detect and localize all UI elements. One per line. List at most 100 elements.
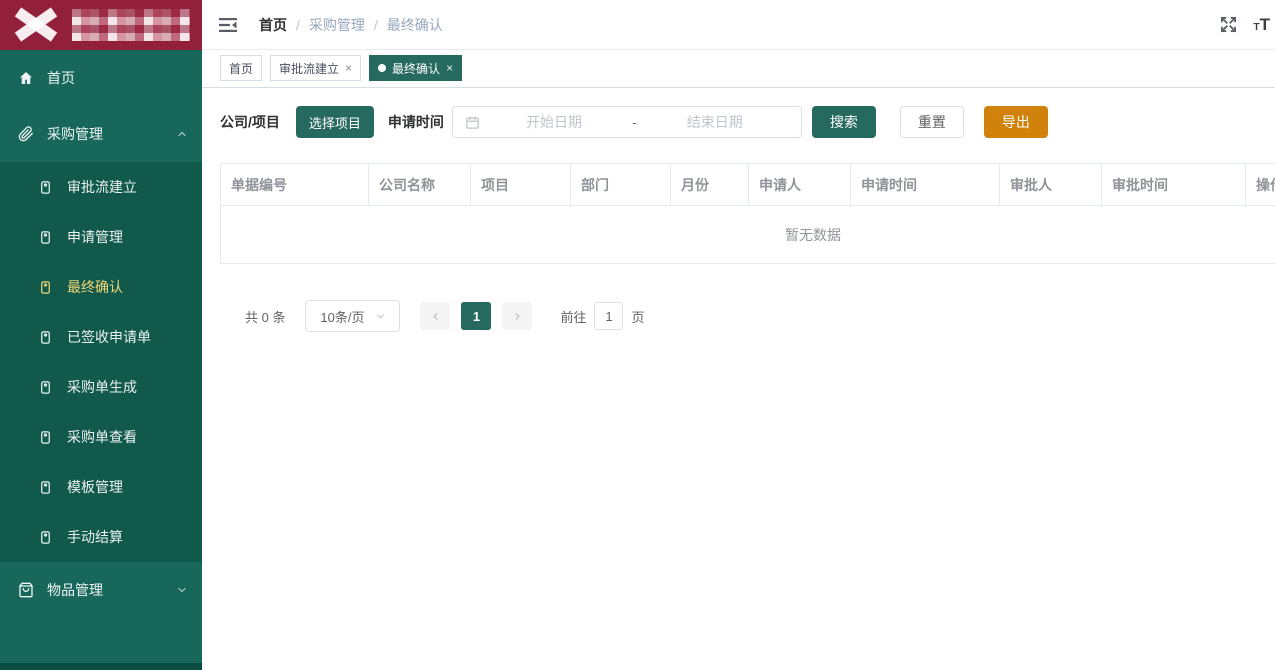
navbar-actions: TT <box>1220 15 1271 35</box>
empty-placeholder: 暂无数据 <box>221 206 1275 264</box>
sidebar-item-manual-settle[interactable]: 手动结算 <box>0 512 202 562</box>
sidebar-item-signed-forms[interactable]: 已签收申请单 <box>0 312 202 362</box>
sidebar-item-purchase[interactable]: 采购管理 <box>0 106 202 162</box>
next-page-button[interactable] <box>502 302 532 330</box>
tag-icon <box>38 479 54 495</box>
app-logo <box>0 0 202 50</box>
sidebar-item-final-confirm[interactable]: 最终确认 <box>0 262 202 312</box>
select-project-button[interactable]: 选择项目 <box>296 106 374 138</box>
company-project-label: 公司/项目 <box>220 112 280 132</box>
pagination-bar: 共 0 条 10条/页 1 前往 页 <box>220 300 1275 332</box>
total-count: 共 0 条 <box>245 307 285 326</box>
start-date-placeholder[interactable]: 开始日期 <box>480 112 628 132</box>
sidebar-item-approval-flow[interactable]: 审批流建立 <box>0 162 202 212</box>
shopping-bag-icon <box>18 582 34 598</box>
sidebar-item-po-generate[interactable]: 采购单生成 <box>0 362 202 412</box>
reset-button[interactable]: 重置 <box>900 106 964 138</box>
apply-time-label: 申请时间 <box>388 112 444 132</box>
table-header-row: 单据编号 公司名称 项目 部门 月份 申请人 申请时间 审批人 审批时间 操作 <box>221 164 1275 206</box>
tag-icon <box>38 529 54 545</box>
tag-icon <box>38 429 54 445</box>
tab-approval-flow[interactable]: 审批流建立 × <box>270 55 361 81</box>
tab-final-confirm[interactable]: 最终确认 × <box>369 55 462 81</box>
sidebar-item-label: 审批流建立 <box>67 177 137 197</box>
chevron-down-icon <box>176 584 188 596</box>
top-navbar: 首页 / 采购管理 / 最终确认 TT <box>202 0 1275 50</box>
logo-redacted-text <box>72 9 190 41</box>
col-approve-time: 审批时间 <box>1102 164 1246 206</box>
tag-icon <box>38 279 54 295</box>
sidebar-item-label: 首页 <box>47 68 75 88</box>
home-icon <box>18 70 34 86</box>
sidebar-item-goods[interactable]: 物品管理 <box>0 562 202 618</box>
data-table: 单据编号 公司名称 项目 部门 月份 申请人 申请时间 审批人 审批时间 操作 <box>220 163 1275 264</box>
col-approver: 审批人 <box>1000 164 1102 206</box>
purchase-submenu: 审批流建立 申请管理 最终确认 已签收申请单 采购单生成 采购单查看 <box>0 162 202 562</box>
tab-label: 首页 <box>229 60 253 77</box>
goto-page-group: 前往 页 <box>560 302 644 330</box>
col-doc-number: 单据编号 <box>221 164 369 206</box>
sidebar-item-label: 手动结算 <box>67 527 123 547</box>
page-size-value: 10条/页 <box>320 307 364 326</box>
current-page-button[interactable]: 1 <box>461 302 491 330</box>
sidebar-item-label: 采购单查看 <box>67 427 137 447</box>
tag-icon <box>38 379 54 395</box>
tag-icon <box>38 179 54 195</box>
tab-home[interactable]: 首页 <box>220 55 262 81</box>
col-actions: 操作 <box>1246 164 1275 206</box>
breadcrumb: 首页 / 采购管理 / 最终确认 <box>259 15 443 35</box>
sidebar-item-label: 模板管理 <box>67 477 123 497</box>
breadcrumb-home[interactable]: 首页 <box>259 15 287 35</box>
breadcrumb-separator: / <box>374 17 378 33</box>
chevron-down-icon <box>375 311 386 322</box>
export-button[interactable]: 导出 <box>984 106 1048 138</box>
calendar-icon <box>465 115 480 130</box>
data-table-wrapper: 单据编号 公司名称 项目 部门 月份 申请人 申请时间 审批人 审批时间 操作 <box>220 163 1275 264</box>
breadcrumb-separator: / <box>296 17 300 33</box>
col-project: 项目 <box>471 164 571 206</box>
app-root: 首页 采购管理 审批流建立 申请管理 最终确认 <box>0 0 1275 670</box>
paperclip-icon <box>18 126 34 142</box>
fullscreen-icon[interactable] <box>1220 16 1237 33</box>
col-applicant: 申请人 <box>749 164 851 206</box>
goto-page-input[interactable] <box>594 302 623 330</box>
tab-label: 最终确认 <box>392 60 440 77</box>
goto-label: 前往 <box>560 307 586 326</box>
sidebar-item-template-manage[interactable]: 模板管理 <box>0 462 202 512</box>
prev-page-button[interactable] <box>420 302 450 330</box>
close-icon[interactable]: × <box>345 61 352 75</box>
col-apply-time: 申请时间 <box>851 164 1000 206</box>
empty-row: 暂无数据 <box>221 206 1275 264</box>
page-size-select[interactable]: 10条/页 <box>305 300 400 332</box>
close-icon[interactable]: × <box>446 61 453 75</box>
breadcrumb-current: 最终确认 <box>387 15 443 35</box>
end-date-placeholder[interactable]: 结束日期 <box>641 112 789 132</box>
sidebar-bottom-strip <box>0 663 202 670</box>
sidebar-item-label: 采购管理 <box>47 124 103 144</box>
sidebar-item-label: 最终确认 <box>67 277 123 297</box>
sidebar-item-po-view[interactable]: 采购单查看 <box>0 412 202 462</box>
tag-icon <box>38 229 54 245</box>
date-range-picker[interactable]: 开始日期 - 结束日期 <box>452 106 802 138</box>
sidebar-item-label: 物品管理 <box>47 580 103 600</box>
col-month: 月份 <box>671 164 749 206</box>
breadcrumb-purchase: 采购管理 <box>309 15 365 35</box>
col-department: 部门 <box>571 164 671 206</box>
main-area: 首页 / 采购管理 / 最终确认 TT 首页 审批流建立 × <box>202 0 1275 670</box>
sidebar: 首页 采购管理 审批流建立 申请管理 最终确认 <box>0 0 202 670</box>
sidebar-item-apply-manage[interactable]: 申请管理 <box>0 212 202 262</box>
sidebar-item-label: 采购单生成 <box>67 377 137 397</box>
range-separator: - <box>628 115 640 130</box>
col-company-name: 公司名称 <box>369 164 471 206</box>
tag-icon <box>38 329 54 345</box>
sidebar-item-label: 已签收申请单 <box>67 327 151 347</box>
sidebar-item-label: 申请管理 <box>67 227 123 247</box>
font-size-icon[interactable]: TT <box>1254 15 1271 35</box>
page-unit-label: 页 <box>631 307 644 326</box>
filter-bar: 公司/项目 选择项目 申请时间 开始日期 - 结束日期 搜索 重置 导出 <box>220 106 1275 138</box>
tab-label: 审批流建立 <box>279 60 339 77</box>
menu-fold-icon[interactable] <box>219 15 239 35</box>
sidebar-item-home[interactable]: 首页 <box>0 50 202 106</box>
page-content: 公司/项目 选择项目 申请时间 开始日期 - 结束日期 搜索 重置 导出 <box>202 88 1275 670</box>
search-button[interactable]: 搜索 <box>812 106 876 138</box>
